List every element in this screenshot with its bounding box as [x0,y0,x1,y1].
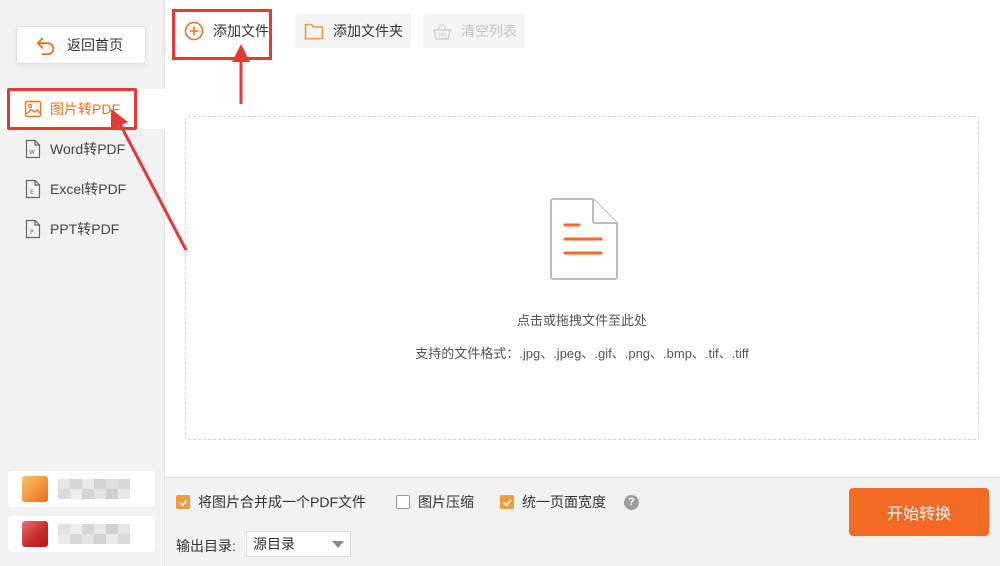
promo-card-2[interactable] [8,516,155,552]
merge-pdf-option[interactable]: 将图片合并成一个PDF文件 [176,492,366,512]
merge-pdf-checkbox[interactable] [176,495,190,509]
uniform-width-option[interactable]: 统一页面宽度 ? [500,492,639,512]
chevron-down-icon [332,541,344,548]
clear-list-button[interactable]: 清空列表 [423,14,525,48]
help-icon[interactable]: ? [624,494,639,510]
add-folder-button[interactable]: 添加文件夹 [295,14,411,48]
plus-circle-icon [184,21,204,41]
bottom-options-bar: 将图片合并成一个PDF文件 图片压缩 统一页面宽度 ? 输出目录: 源目录 开始… [165,477,1000,566]
uniform-width-checkbox[interactable] [500,495,514,509]
blurred-text [58,479,130,499]
sidebar-item-excel-to-pdf[interactable]: E Excel转PDF [0,169,165,209]
drop-hint: 点击或拖拽文件至此处 [516,313,647,328]
add-folder-label: 添加文件夹 [333,23,403,39]
clear-list-label: 清空列表 [461,23,517,39]
output-dir-value: 源目录 [253,536,295,552]
promo-card-1[interactable] [8,471,155,507]
image-icon [24,100,42,118]
sidebar-item-ppt-to-pdf[interactable]: P PPT转PDF [0,209,165,249]
app-logo-icon [22,476,48,502]
compress-option[interactable]: 图片压缩 [396,492,474,512]
add-file-label: 添加文件 [213,23,269,39]
word-doc-icon: W [25,139,41,159]
sidebar-item-label: 图片转PDF [50,101,120,117]
svg-text:E: E [30,189,34,196]
sidebar: 返回首页 图片转PDF W Word转PDF E Excel转PDF P PPT… [0,0,165,566]
file-drop-zone[interactable]: 点击或拖拽文件至此处 支持的文件格式：.jpg、.jpeg、.gif、.png、… [185,116,979,440]
undo-arrow-icon [36,37,55,56]
document-icon [550,198,618,280]
blurred-text [58,524,130,544]
toolbar: 添加文件 添加文件夹 清空列表 [175,14,525,48]
merge-pdf-label: 将图片合并成一个PDF文件 [198,494,366,510]
start-convert-button[interactable]: 开始转换 [849,488,989,536]
output-dir-select[interactable]: 源目录 [246,531,351,557]
sidebar-item-label: Word转PDF [50,141,126,157]
basket-icon [433,23,451,40]
app-logo-icon [22,521,48,547]
back-home-label: 返回首页 [67,37,123,53]
add-file-button[interactable]: 添加文件 [175,14,277,48]
excel-doc-icon: E [25,179,41,199]
supported-formats: 支持的文件格式：.jpg、.jpeg、.gif、.png、.bmp、.tif、.… [415,346,749,361]
sidebar-item-label: Excel转PDF [50,181,127,197]
check-icon [178,498,188,506]
sidebar-item-image-to-pdf[interactable]: 图片转PDF [0,89,165,129]
folder-icon [304,23,324,40]
sidebar-item-word-to-pdf[interactable]: W Word转PDF [0,129,165,169]
check-icon [502,498,512,506]
svg-text:W: W [29,149,35,156]
output-dir-label: 输出目录: [176,538,236,554]
compress-label: 图片压缩 [418,494,474,510]
compress-checkbox[interactable] [396,495,410,509]
ppt-doc-icon: P [25,219,41,239]
svg-text:P: P [30,229,34,236]
uniform-width-label: 统一页面宽度 [522,494,606,510]
back-home-button[interactable]: 返回首页 [16,26,146,64]
sidebar-item-label: PPT转PDF [50,221,120,237]
